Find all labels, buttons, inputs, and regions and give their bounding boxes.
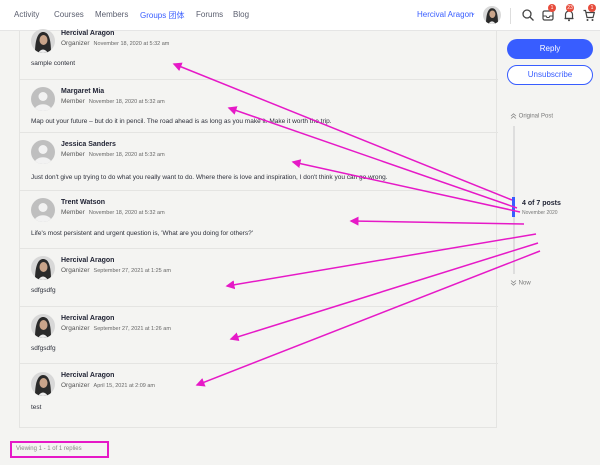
now-label: Now (518, 280, 531, 287)
reply-content: test (31, 404, 42, 411)
reply-role: Member (61, 209, 85, 216)
reply-meta: Member November 18, 2020 at 5:32 am (61, 98, 165, 105)
now-link[interactable]: Now (510, 280, 531, 287)
reply-content: sdfgsdfg (31, 345, 56, 352)
cart-badge: 1 (588, 4, 596, 12)
nav-divider (510, 8, 511, 24)
reply-content: Just don't give up trying to do what you… (31, 174, 388, 181)
avatar[interactable] (31, 29, 55, 53)
reply-item: Jessica Sanders Member November 18, 2020 … (20, 133, 498, 191)
avatar[interactable] (31, 314, 55, 338)
reply-content: sdfgsdfg (31, 287, 56, 294)
reply-content: sample content (31, 60, 76, 67)
reply-meta: Organizer November 18, 2020 at 5:32 am (61, 40, 169, 47)
reply-item: Trent Watson Member November 18, 2020 at … (20, 191, 498, 249)
reply-author[interactable]: Hercival Aragon (61, 372, 114, 379)
reply-meta: Member November 18, 2020 at 5:32 am (61, 209, 165, 216)
search-icon[interactable] (521, 8, 535, 22)
reply-role: Member (61, 151, 85, 158)
notifications-badge: 23 (566, 4, 574, 12)
avatar[interactable] (31, 372, 55, 396)
reply-meta: Organizer April 15, 2021 at 2:09 am (61, 382, 155, 389)
reply-role: Organizer (61, 382, 90, 389)
reply-date: September 27, 2021 at 1:26 am (93, 326, 171, 332)
messages-badge: 1 (548, 4, 556, 12)
reply-content: Map out your future – but do it in penci… (31, 118, 332, 125)
timeline-position: 4 of 7 posts (522, 200, 561, 207)
reply-role: Organizer (61, 40, 90, 47)
reply-date: September 27, 2021 at 1:25 am (93, 268, 171, 274)
reply-date: April 15, 2021 at 2:09 am (93, 383, 156, 389)
reply-item: Hercival Aragon Organizer April 15, 2021 … (20, 364, 498, 427)
reply-date: November 18, 2020 at 5:32 am (88, 99, 165, 105)
reply-role: Organizer (61, 325, 90, 332)
reply-content: Life's most persistent and urgent questi… (31, 230, 253, 237)
reply-item: Hercival Aragon Organizer September 27, 2… (20, 249, 498, 307)
reply-button[interactable]: Reply (507, 39, 593, 59)
reply-author[interactable]: Hercival Aragon (61, 30, 114, 37)
nav-members[interactable]: Members (95, 10, 128, 19)
reply-author[interactable]: Hercival Aragon (61, 257, 114, 264)
reply-author[interactable]: Hercival Aragon (61, 315, 114, 322)
pagination-count: Viewing 1 - 1 of 1 replies (10, 441, 109, 458)
chevron-up-icon (510, 113, 517, 119)
timeline-handle[interactable] (512, 197, 515, 217)
nav-forums[interactable]: Forums (196, 10, 223, 19)
nav-blog[interactable]: Blog (233, 10, 249, 19)
nav-groups[interactable]: Groups 团体 (140, 10, 184, 21)
avatar[interactable] (31, 140, 55, 164)
nav-activity[interactable]: Activity (14, 10, 39, 19)
original-post-label: Original Post (518, 113, 554, 120)
user-menu-name[interactable]: Hercival Aragon (417, 10, 473, 19)
reply-meta: Organizer September 27, 2021 at 1:26 am (61, 325, 171, 332)
avatar[interactable] (31, 198, 55, 222)
reply-role: Member (61, 98, 85, 105)
reply-author[interactable]: Margaret Mia (61, 88, 104, 95)
user-avatar[interactable] (483, 6, 501, 24)
reply-date: November 18, 2020 at 5:32 am (88, 152, 165, 158)
original-post-link[interactable]: Original Post (510, 113, 553, 120)
reply-meta: Organizer September 27, 2021 at 1:25 am (61, 267, 171, 274)
reply-author[interactable]: Trent Watson (61, 199, 105, 206)
unsubscribe-button[interactable]: Unsubscribe (507, 65, 593, 85)
nav-courses[interactable]: Courses (54, 10, 84, 19)
reply-meta: Member November 18, 2020 at 5:32 am (61, 151, 165, 158)
reply-item: Hercival Aragon Organizer September 27, 2… (20, 307, 498, 364)
reply-author[interactable]: Jessica Sanders (61, 141, 116, 148)
replies-panel: Hercival Aragon Organizer November 18, 20… (19, 29, 498, 428)
timeline-date: November 2020 (522, 210, 558, 216)
reply-date: November 18, 2020 at 5:32 am (93, 41, 170, 47)
avatar[interactable] (31, 87, 55, 111)
reply-role: Organizer (61, 267, 90, 274)
reply-item: Margaret Mia Member November 18, 2020 at … (20, 80, 498, 133)
top-navigation: Activity Courses Members Groups 团体 Forum… (0, 0, 600, 31)
chevron-down-icon (510, 280, 517, 286)
chevron-down-icon[interactable]: ⌄ (470, 9, 476, 17)
avatar[interactable] (31, 256, 55, 280)
reply-item: Hercival Aragon Organizer November 18, 20… (20, 29, 498, 80)
reply-date: November 18, 2020 at 5:32 am (88, 210, 165, 216)
